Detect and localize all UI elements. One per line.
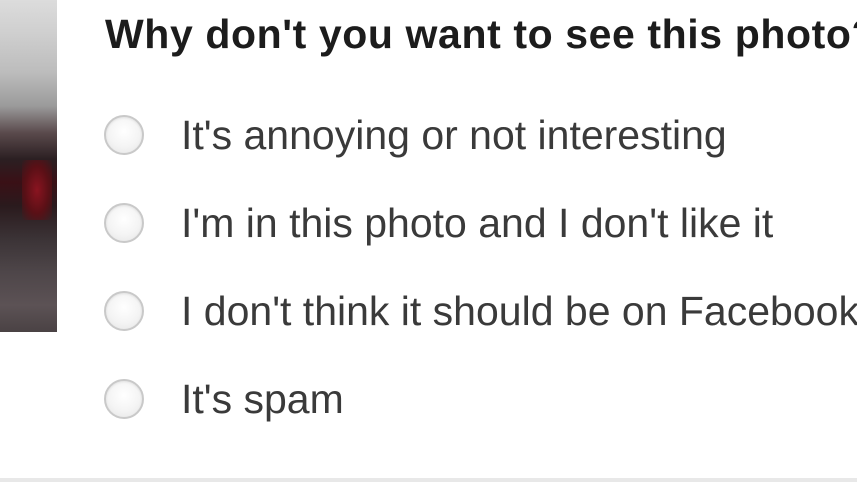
radio-button[interactable] [104,203,144,243]
radio-button[interactable] [104,291,144,331]
option-in-photo-dislike[interactable]: I'm in this photo and I don't like it [104,198,773,248]
option-label: It's spam [181,376,344,422]
radio-button[interactable] [104,379,144,419]
divider [0,478,857,482]
option-label: I'm in this photo and I don't like it [181,200,774,246]
option-annoying[interactable]: It's annoying or not interesting [104,110,727,160]
option-label: It's annoying or not interesting [181,112,727,158]
option-should-not-be-on-facebook[interactable]: I don't think it should be on Facebook [104,286,857,336]
photo-thumbnail [0,0,57,332]
option-spam[interactable]: It's spam [104,374,344,424]
option-label: I don't think it should be on Facebook [181,288,857,334]
question-heading: Why don't you want to see this photo? [105,11,857,57]
report-photo-dialog: Why don't you want to see this photo? It… [0,0,857,482]
radio-button[interactable] [104,115,144,155]
